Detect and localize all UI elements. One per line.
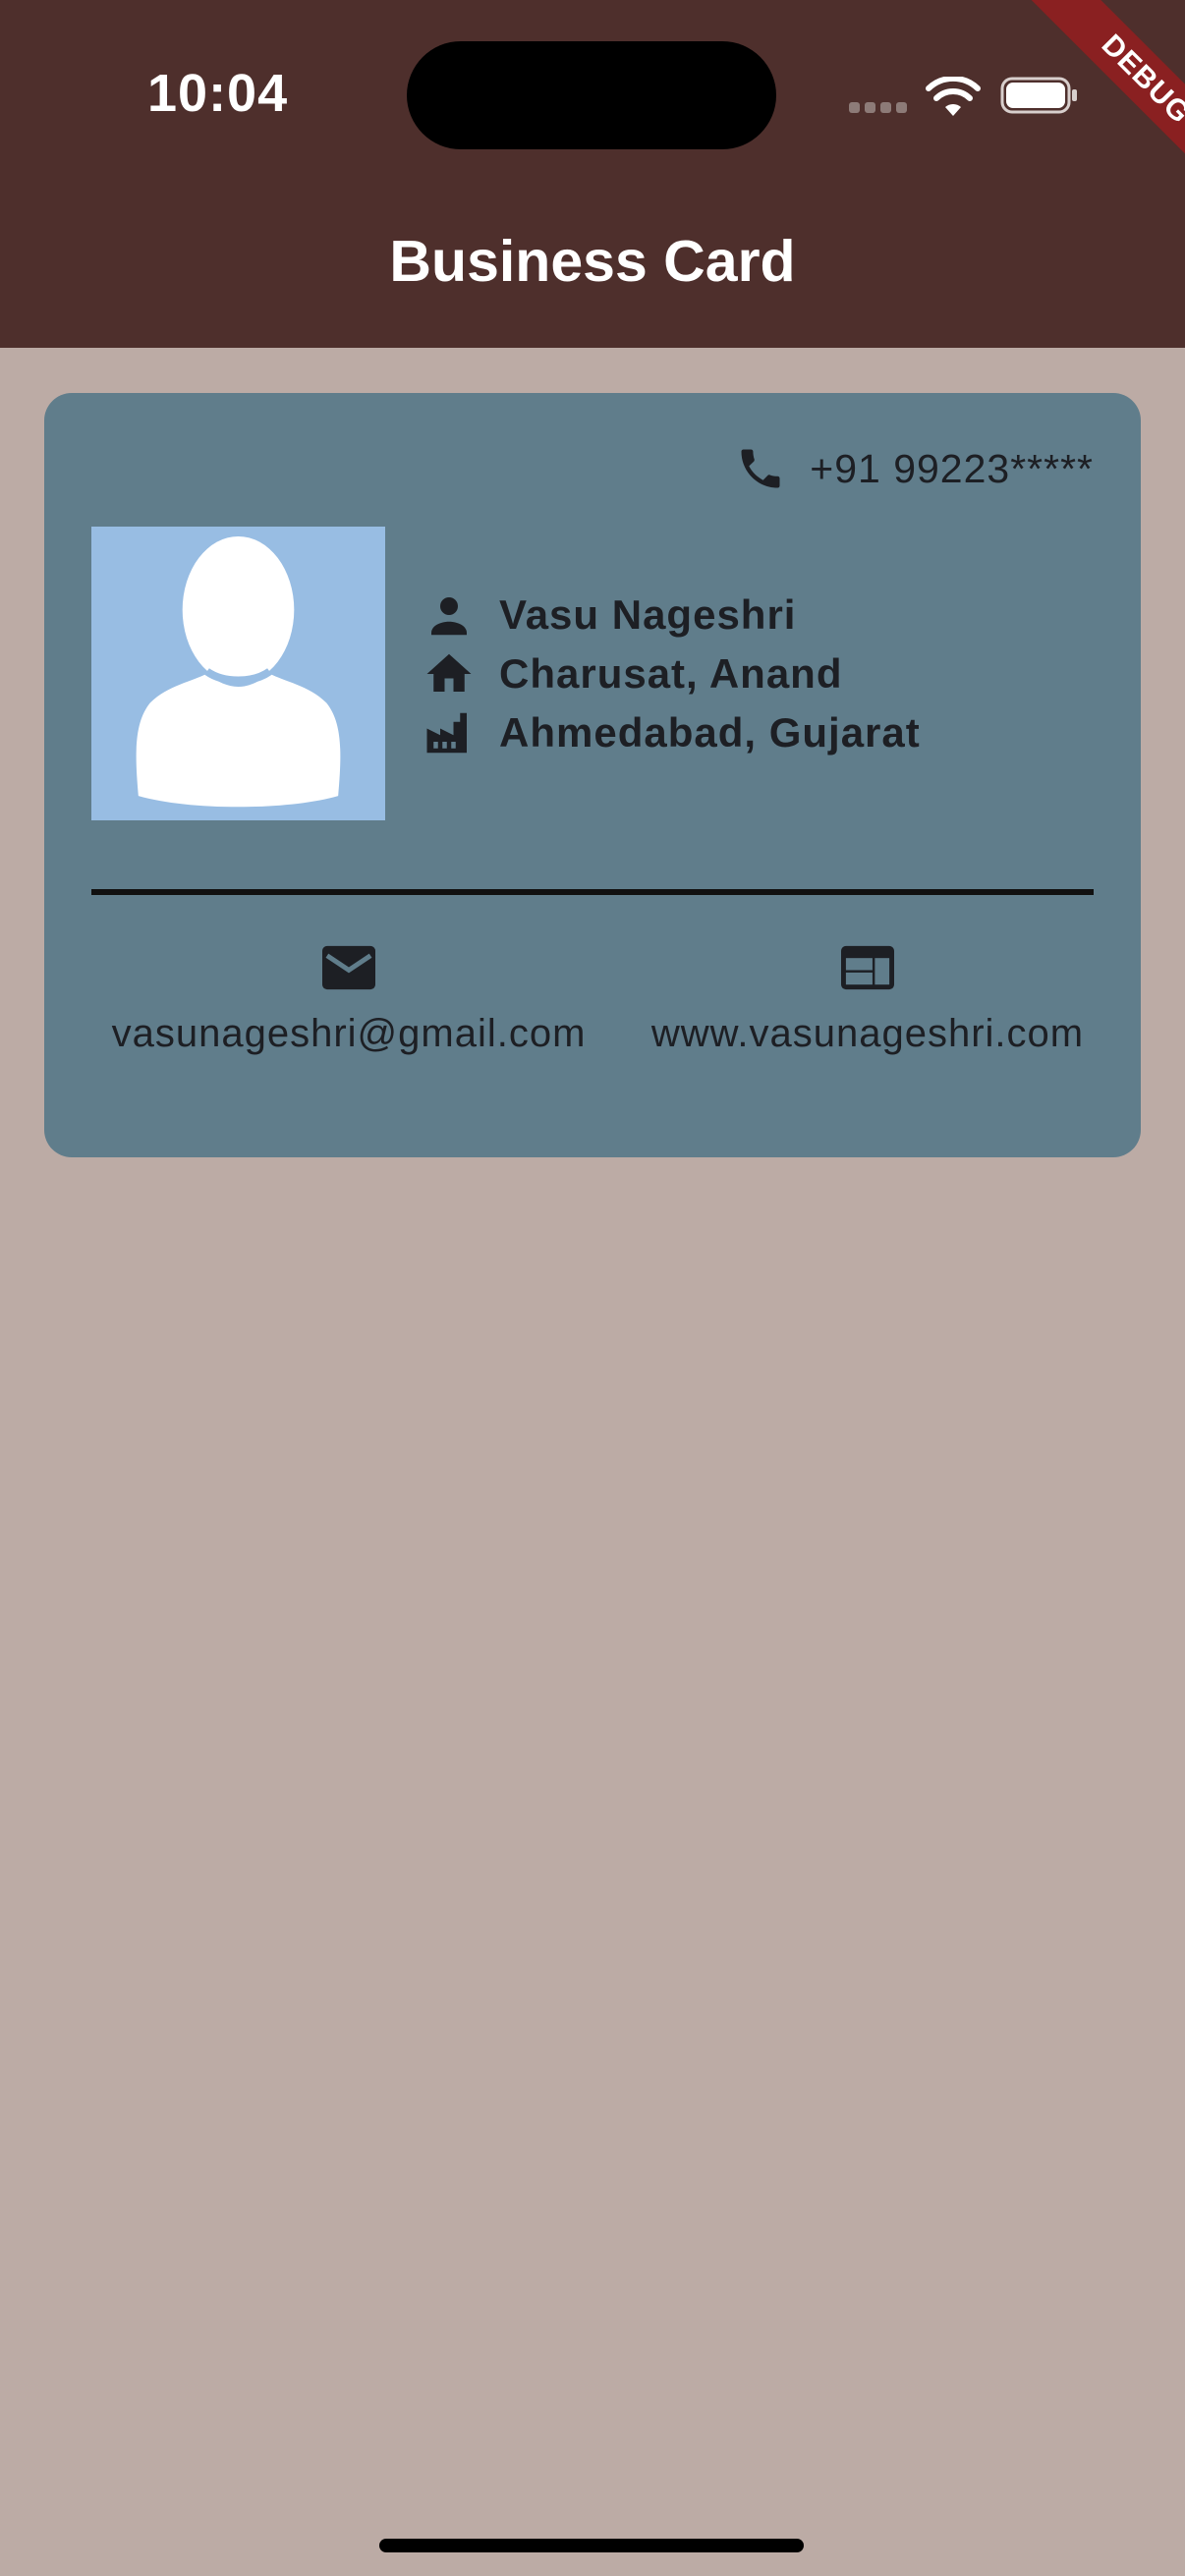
divider xyxy=(91,889,1094,895)
factory-icon xyxy=(426,712,467,754)
website-text: www.vasunageshri.com xyxy=(650,1012,1085,1055)
dynamic-island xyxy=(407,41,776,149)
address-text: Charusat, Anand xyxy=(499,650,843,697)
website-section[interactable]: www.vasunageshri.com xyxy=(617,941,1118,1056)
home-icon xyxy=(426,653,472,692)
status-time: 10:04 xyxy=(147,64,289,123)
avatar xyxy=(91,527,385,820)
address-row: Charusat, Anand xyxy=(423,644,921,703)
debug-banner-container: DEBUG xyxy=(1008,0,1185,177)
phone-icon xyxy=(741,449,780,488)
person-icon xyxy=(431,597,467,636)
web-icon xyxy=(841,945,894,990)
name-text: Vasu Nageshri xyxy=(499,591,797,638)
location-text: Ahmedabad, Gujarat xyxy=(499,709,921,756)
cellular-signal-icon xyxy=(849,102,908,116)
page-title: Business Card xyxy=(389,229,796,294)
contact-details: Vasu Nageshri Charusat, Anand Ahmedabad,… xyxy=(423,586,921,762)
email-icon xyxy=(322,945,375,990)
email-section[interactable]: vasunageshri@gmail.com xyxy=(98,941,599,1056)
wifi-icon xyxy=(926,77,981,116)
debug-banner: DEBUG xyxy=(1024,0,1185,177)
business-card: +91 99223***** Vasu Nageshri Charusat, A… xyxy=(44,393,1141,1157)
email-text: vasunageshri@gmail.com xyxy=(111,1012,587,1055)
home-indicator[interactable] xyxy=(379,2539,804,2552)
phone-number: +91 99223***** xyxy=(810,445,1094,491)
name-row: Vasu Nageshri xyxy=(423,586,921,644)
phone-row[interactable]: +91 99223***** xyxy=(735,442,1094,495)
location-row: Ahmedabad, Gujarat xyxy=(423,703,921,762)
